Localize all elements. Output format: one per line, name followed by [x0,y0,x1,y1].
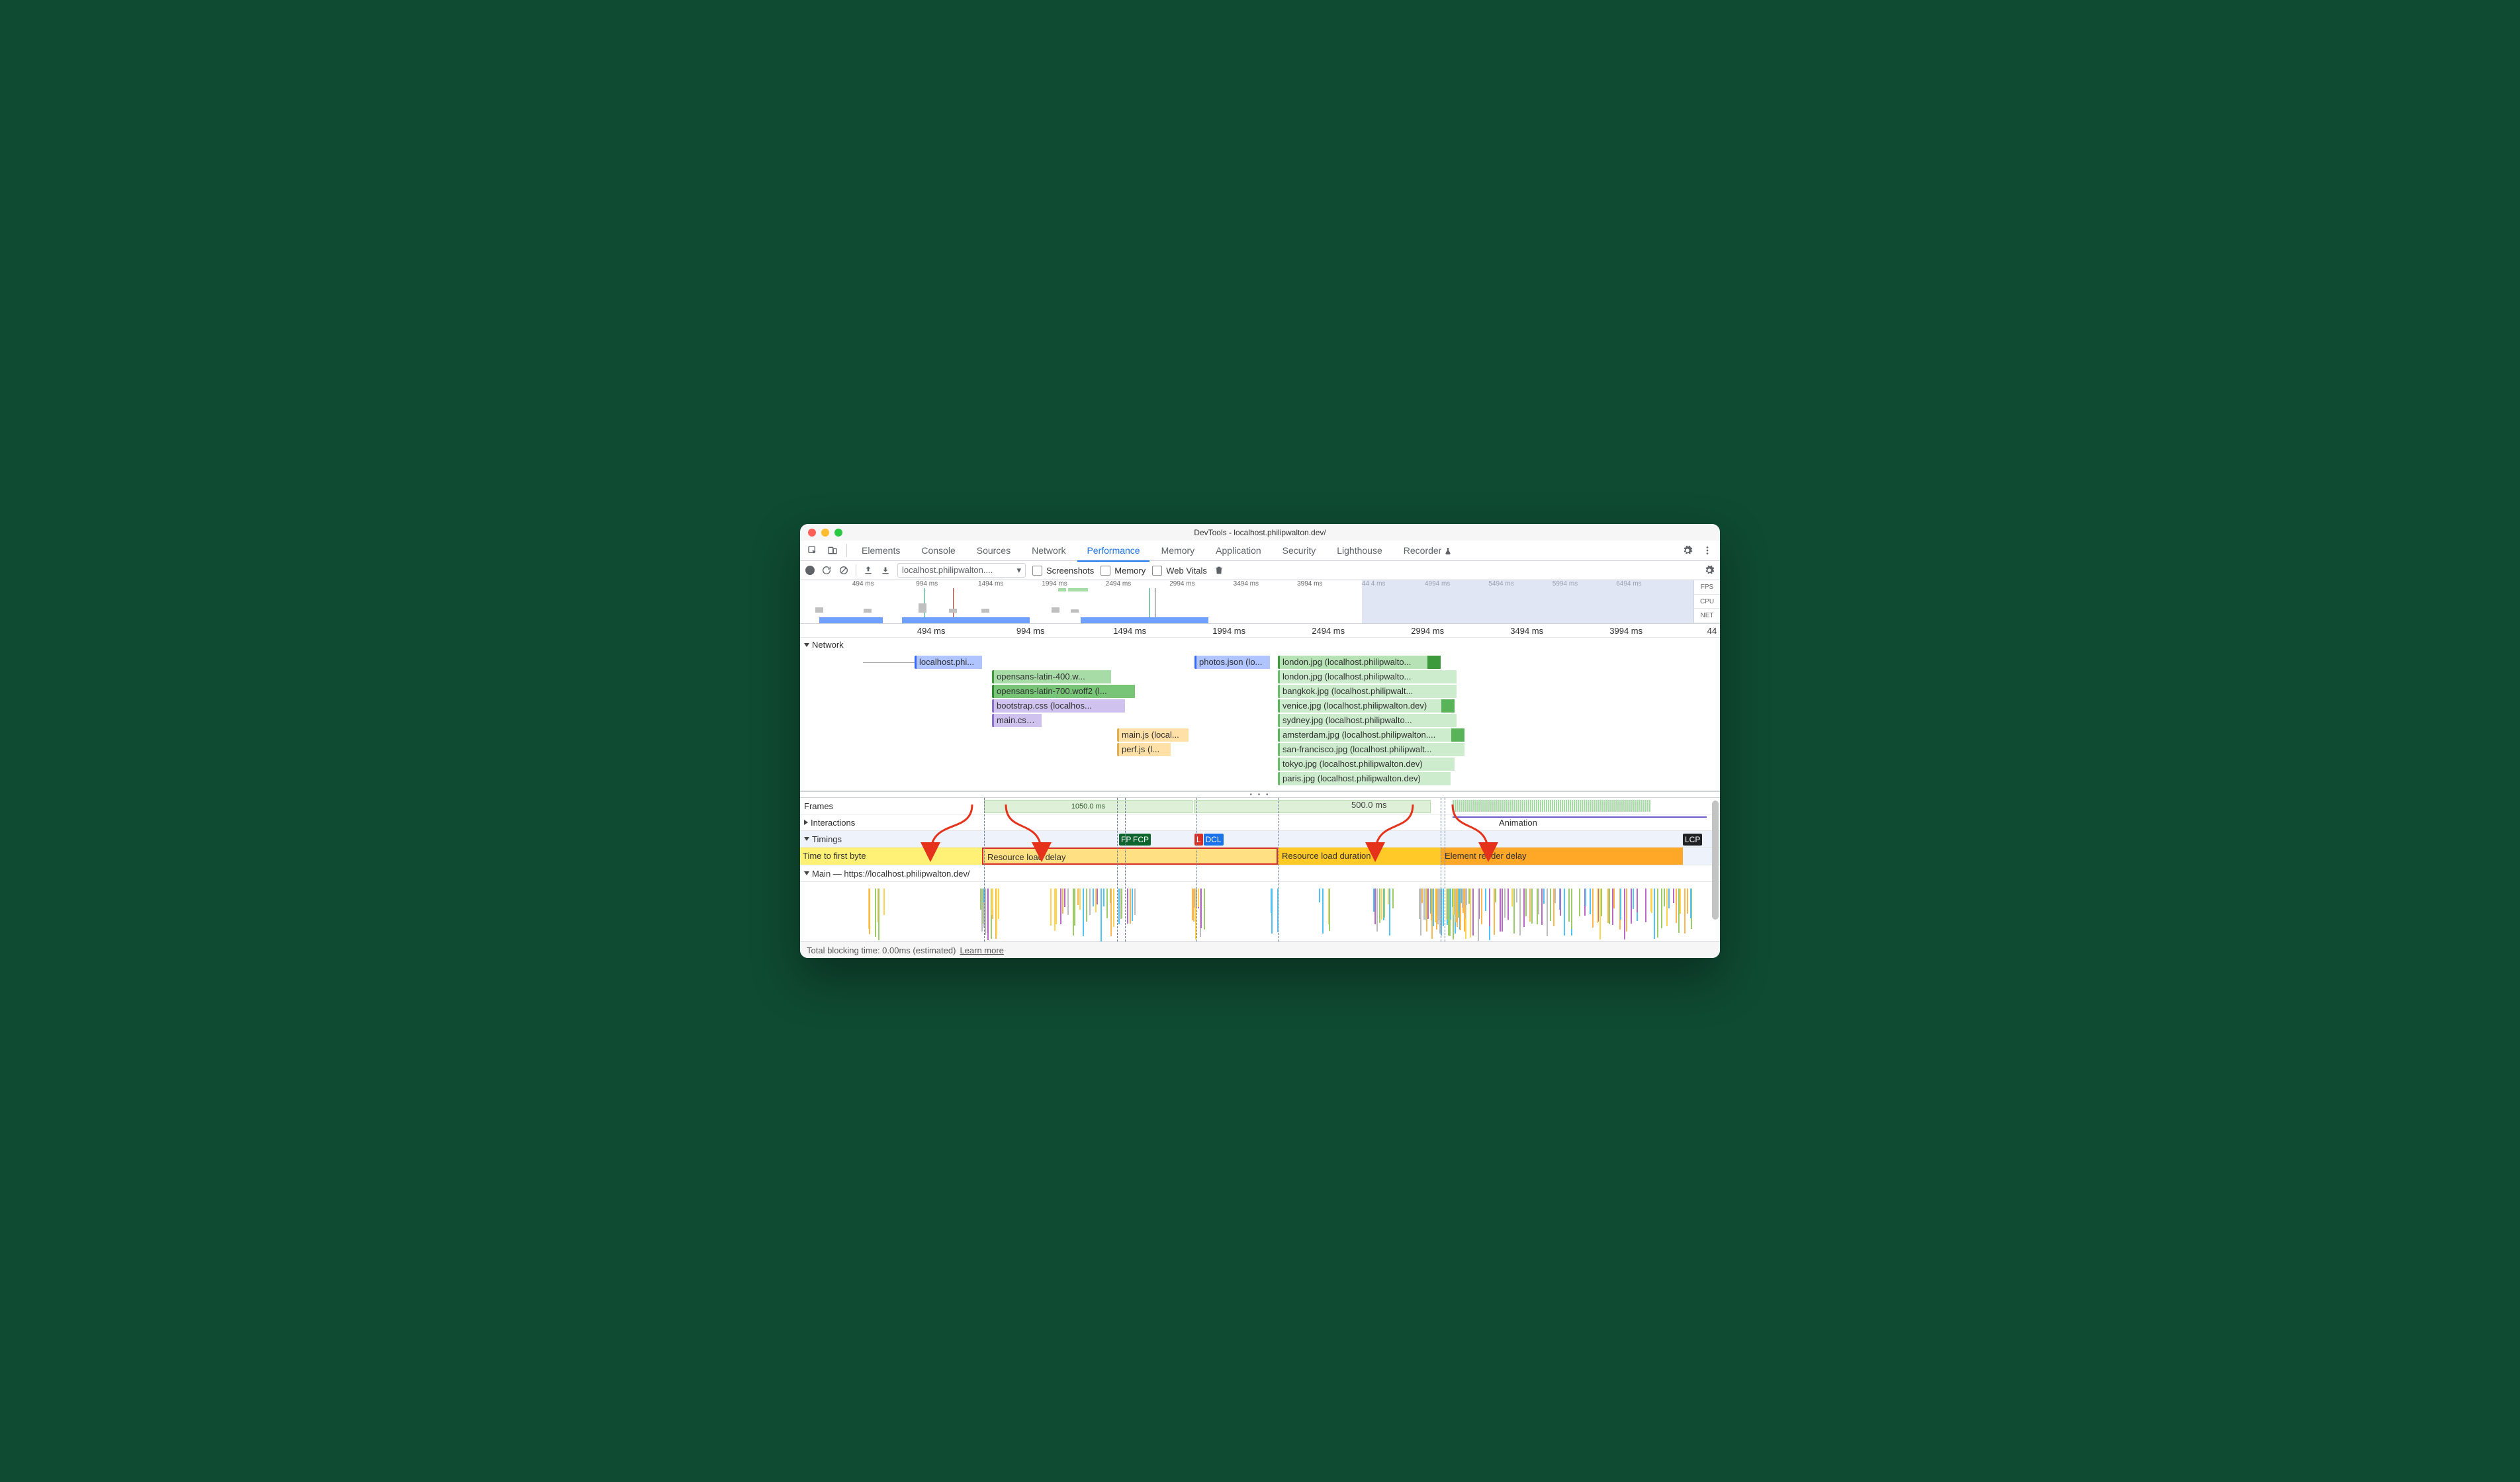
lcp-segment[interactable]: Time to first byte [800,848,982,865]
network-request[interactable]: photos.json (lo... [1194,656,1270,669]
gear-icon[interactable] [1704,565,1715,576]
network-request[interactable]: opensans-latin-400.w... [992,670,1111,683]
network-request[interactable]: london.jpg (localhost.philipwalto... [1278,670,1457,683]
network-label: Network [812,640,844,650]
tab-recorder[interactable]: Recorder [1394,541,1461,560]
overview-strip[interactable]: 494 ms994 ms1494 ms1994 ms2494 ms2994 ms… [800,580,1720,624]
upload-icon[interactable] [863,565,874,576]
network-request[interactable]: perf.js (l... [1117,743,1171,756]
timings-track: FPFCPLDCLLCP [800,831,1720,847]
tab-console[interactable]: Console [912,541,964,560]
panel-tab-strip: Elements Console Sources Network Perform… [800,541,1720,561]
checkbox-webvitals[interactable]: Web Vitals [1152,566,1207,576]
status-bar: Total blocking time: 0.00ms (estimated) … [800,941,1720,958]
interactions-row[interactable]: Interactions Animation [800,814,1720,831]
tab-sources[interactable]: Sources [968,541,1020,560]
overview-labels: FPS CPU NET [1693,580,1720,623]
chevron-down-icon [804,837,809,841]
chevron-down-icon [804,871,809,875]
network-header[interactable]: Network [800,638,1720,652]
network-request[interactable]: tokyo.jpg (localhost.philipwalton.dev) [1278,758,1455,771]
network-request[interactable]: bootstrap.css (localhos... [992,699,1125,713]
network-request[interactable]: main.js (local... [1117,728,1189,742]
frames-row[interactable]: Frames 1050.0 ms500.0 ms [800,798,1720,814]
network-request[interactable]: paris.jpg (localhost.philipwalton.dev) [1278,772,1451,785]
timings-row[interactable]: Timings FPFCPLDCLLCP [800,831,1720,848]
gear-icon[interactable] [1679,543,1696,558]
overview-out-of-range [1362,580,1693,623]
network-request[interactable]: bangkok.jpg (localhost.philipwalt... [1278,685,1457,698]
scrollbar-thumb[interactable] [1712,801,1719,920]
label-fps: FPS [1693,580,1720,595]
reload-icon[interactable] [821,565,832,576]
tab-lighthouse[interactable]: Lighthouse [1328,541,1392,560]
timings-segments-row[interactable]: Time to first byteResource load delayRes… [800,848,1720,865]
time-ruler[interactable]: 494 ms994 ms1494 ms1994 ms2494 ms2994 ms… [800,624,1720,638]
network-request[interactable]: main.css ... [992,714,1042,727]
timing-marker[interactable]: LCP [1683,834,1702,846]
lcp-segment[interactable]: Resource load duration [1278,848,1441,865]
record-icon[interactable] [805,566,815,575]
tab-memory[interactable]: Memory [1152,541,1204,560]
frames-label: Frames [804,801,836,811]
animation-track: Animation [800,814,1720,830]
tab-security[interactable]: Security [1273,541,1326,560]
tab-network[interactable]: Network [1022,541,1075,560]
checkbox-memory[interactable]: Memory [1101,566,1146,576]
network-request[interactable]: san-francisco.jpg (localhost.philipwalt.… [1278,743,1464,756]
checkbox-screenshots[interactable]: Screenshots [1032,566,1094,576]
device-icon[interactable] [824,543,841,558]
timing-marker[interactable]: FCP [1131,834,1151,846]
lcp-segment[interactable]: Resource load delay [982,848,1278,865]
frames-track: 1050.0 ms500.0 ms [800,798,1720,814]
tab-performance[interactable]: Performance [1077,541,1149,562]
divider [846,544,847,557]
clear-icon[interactable] [838,565,849,576]
network-request[interactable]: opensans-latin-700.woff2 (l... [992,685,1135,698]
learn-more-link[interactable]: Learn more [960,945,1003,955]
network-request[interactable]: amsterdam.jpg (localhost.philipwalton...… [1278,728,1464,742]
devtools-window: DevTools - localhost.philipwalton.dev/ E… [800,524,1720,958]
segment-selector[interactable]: localhost.philipwalton....▾ [897,563,1026,578]
tab-elements[interactable]: Elements [852,541,909,560]
network-request[interactable]: london.jpg (localhost.philipwalto... [1278,656,1441,669]
network-request[interactable]: sydney.jpg (localhost.philipwalto... [1278,714,1457,727]
window-title: DevTools - localhost.philipwalton.dev/ [800,528,1720,537]
flask-icon [1444,547,1452,555]
download-icon[interactable] [880,565,891,576]
network-request[interactable]: venice.jpg (localhost.philipwalton.dev) [1278,699,1455,713]
timing-marker[interactable]: DCL [1204,834,1224,846]
label-net: NET [1693,609,1720,623]
chevron-right-icon [804,820,808,825]
timings-label: Timings [812,834,842,844]
splitter[interactable]: • • • [800,791,1720,798]
perf-toolbar: localhost.philipwalton....▾ Screenshots … [800,561,1720,580]
kebab-icon[interactable] [1699,543,1716,558]
timing-marker[interactable]: L [1194,834,1203,846]
main-flame[interactable] [800,882,1720,941]
blocking-time: Total blocking time: 0.00ms (estimated) [807,945,956,955]
trash-icon[interactable] [1214,565,1224,576]
interactions-label: Interactions [811,818,855,828]
main-label: Main — https://localhost.philipwalton.de… [812,869,969,879]
network-waterfall[interactable]: localhost.phi... opensans-latin-400.w... o… [800,652,1720,791]
tab-application[interactable]: Application [1206,541,1271,560]
network-request[interactable]: localhost.phi... [915,656,982,669]
label-cpu: CPU [1693,595,1720,609]
lcp-segment[interactable]: Element render delay [1441,848,1683,865]
main-row[interactable]: Main — https://localhost.philipwalton.de… [800,865,1720,882]
inspect-icon[interactable] [804,543,821,558]
flame-chart[interactable]: Frames 1050.0 ms500.0 ms Interactions An… [800,798,1720,941]
titlebar: DevTools - localhost.philipwalton.dev/ [800,524,1720,541]
chevron-down-icon [804,643,809,647]
lcp-segments: Time to first byteResource load delayRes… [800,848,1720,865]
